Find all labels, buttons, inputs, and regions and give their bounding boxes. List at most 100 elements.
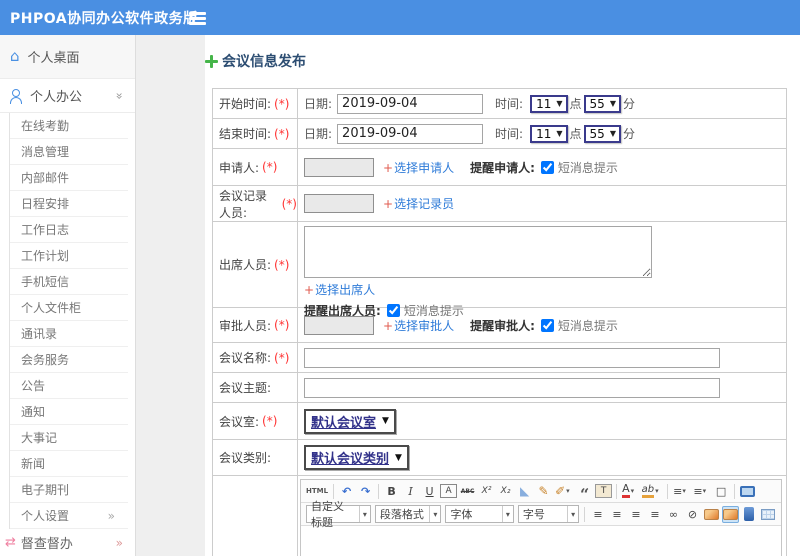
sidebar-item-personal-settings[interactable]: 个人设置 » [10, 503, 128, 529]
supervise-icon: ⇄ [5, 535, 16, 550]
insert-link-icon[interactable]: ∞ [665, 506, 682, 523]
meeting-room-select[interactable]: 默认会议室 ▼ [304, 408, 396, 434]
caret-down-icon: ▾ [429, 506, 440, 522]
approver-input[interactable] [304, 315, 374, 335]
caret-down-icon: ▾ [630, 487, 635, 495]
sidebar-item-work-plan[interactable]: 工作计划 [10, 243, 128, 269]
meeting-name-input[interactable] [304, 347, 720, 368]
sidebar-item-file-cabinet[interactable]: 个人文件柜 [10, 295, 128, 321]
sidebar-item-e-journal[interactable]: 电子期刊 [10, 477, 128, 503]
unordered-list-button[interactable]: ≡ ▾ [692, 483, 710, 500]
sidebar-item-sms[interactable]: 手机短信 [10, 269, 128, 295]
font-size-select[interactable]: 字号 ▾ [517, 505, 580, 523]
remove-format-icon[interactable]: ◣ [516, 483, 533, 500]
form-row-meeting-topic: 会议主题: [213, 373, 786, 403]
font-color-button[interactable]: A ▾ [621, 483, 639, 500]
choose-approver-link[interactable]: +选择审批人 [383, 317, 454, 334]
format-painter-icon[interactable]: ✐ ▾ [554, 483, 574, 500]
rich-text-editor: HTML ↶ ↷ B I U A ABC X² X₂ ◣ ✎ ✐ ▾ “ T A… [300, 479, 782, 556]
sidebar-item-meeting-service[interactable]: 会务服务 [10, 347, 128, 373]
ordered-list-button[interactable]: ≡ ▾ [672, 483, 690, 500]
start-minute-select[interactable]: 55 ▼ [583, 94, 621, 113]
fullscreen-icon [739, 485, 755, 497]
editor-content-area[interactable] [301, 526, 781, 556]
end-date-input[interactable] [337, 123, 484, 144]
sidebar: ⌂ 个人桌面 个人办公 » 在线考勤 消息管理 内部邮件 日程安排 工作日志 工… [0, 35, 136, 556]
start-hour-select[interactable]: 11 ▼ [530, 94, 568, 113]
sidebar-item-messages[interactable]: 消息管理 [10, 139, 128, 165]
undo-icon[interactable]: ↶ [338, 483, 355, 500]
custom-title-select[interactable]: 自定义标题 ▾ [306, 500, 371, 529]
meeting-topic-input[interactable] [304, 377, 720, 398]
sidebar-item-news[interactable]: 新闻 [10, 451, 128, 477]
sidebar-item-attendance[interactable]: 在线考勤 [10, 113, 128, 139]
sidebar-item-label: 个人办公 [30, 90, 83, 105]
sidebar-item-schedule[interactable]: 日程安排 [10, 191, 128, 217]
underline-icon[interactable]: U [421, 483, 438, 500]
sidebar-item-desktop[interactable]: ⌂ 个人桌面 [0, 35, 135, 79]
sidebar-item-contacts[interactable]: 通讯录 [10, 321, 128, 347]
align-right-icon[interactable]: ≡ [627, 506, 644, 523]
sidebar-item-notice[interactable]: 通知 [10, 399, 128, 425]
required-mark: (*) [274, 257, 290, 272]
hamburger-menu-icon[interactable] [189, 12, 206, 15]
end-minute-select[interactable]: 55 ▼ [583, 124, 621, 143]
meeting-category-select[interactable]: 默认会议类别 ▼ [304, 445, 409, 470]
html-source-button[interactable]: HTML [305, 483, 329, 500]
align-center-icon[interactable]: ≡ [608, 506, 625, 523]
insert-image-button[interactable] [703, 506, 720, 523]
bold-icon[interactable]: B [383, 483, 400, 500]
sidebar-item-work-log[interactable]: 工作日志 [10, 217, 128, 243]
caret-down-icon: ▼ [609, 129, 616, 138]
unordered-list-icon: ≡ [693, 484, 702, 498]
form-row-start-time: 开始时间:(*) 日期: 时间: 11▼ 点 55▼ 分 [213, 89, 786, 119]
paste-text-icon[interactable]: T [595, 484, 613, 498]
subscript-icon[interactable]: X₂ [497, 483, 514, 500]
recorder-input[interactable] [304, 194, 374, 213]
caret-down-icon: ▼ [395, 452, 402, 463]
font-family-select[interactable]: 字体 ▾ [445, 505, 514, 523]
highlight-color-button[interactable]: ab ▾ [641, 483, 663, 500]
new-page-icon[interactable]: □ [713, 483, 730, 500]
page-title: 会议信息发布 [205, 51, 306, 71]
form-row-meeting-room: 会议室: (*) 默认会议室 ▼ [213, 403, 786, 440]
font-border-icon[interactable]: A [440, 484, 458, 498]
applicant-input[interactable] [304, 157, 374, 177]
sidebar-item-announcement[interactable]: 公告 [10, 373, 128, 399]
sidebar-submenu: 在线考勤 消息管理 内部邮件 日程安排 工作日志 工作计划 手机短信 个人文件柜… [9, 113, 135, 529]
insert-media-button[interactable] [741, 506, 758, 523]
sidebar-item-memorabilia[interactable]: 大事记 [10, 425, 128, 451]
attendees-textarea[interactable] [304, 226, 652, 278]
insert-local-image-button[interactable] [721, 505, 739, 523]
end-hour-select[interactable]: 11 ▼ [530, 124, 568, 143]
caret-down-icon: ▼ [609, 99, 616, 108]
format-brush-icon[interactable]: ✎ [535, 483, 552, 500]
choose-applicant-link[interactable]: +选择申请人 [383, 159, 454, 176]
form-row-approver: 审批人员: (*) +选择审批人 提醒审批人: 短消息提示 [213, 308, 786, 343]
caret-down-icon: ▼ [556, 129, 563, 138]
choose-attendees-link[interactable]: +选择出席人 [304, 283, 375, 297]
approver-sms-checkbox[interactable] [540, 318, 554, 332]
blockquote-icon[interactable]: “ [576, 483, 593, 503]
applicant-sms-checkbox[interactable] [540, 160, 554, 174]
superscript-icon[interactable]: X² [478, 483, 495, 500]
align-left-icon[interactable]: ≡ [589, 506, 606, 523]
start-date-input[interactable] [337, 93, 484, 114]
insert-table-button[interactable] [760, 506, 777, 523]
remove-link-icon[interactable]: ⊘ [684, 506, 701, 523]
content-gutter [136, 35, 205, 556]
image-icon [703, 508, 719, 520]
paragraph-format-select[interactable]: 段落格式 ▾ [374, 505, 442, 523]
choose-recorder-link[interactable]: +选择记录员 [383, 195, 454, 212]
sidebar-item-internal-mail[interactable]: 内部邮件 [10, 165, 128, 191]
italic-icon[interactable]: I [402, 483, 419, 500]
sidebar-item-supervision[interactable]: ⇄ 督查督办 » [0, 529, 135, 556]
sidebar-item-personal-office[interactable]: 个人办公 » [0, 79, 135, 113]
align-justify-icon[interactable]: ≡ [646, 506, 663, 523]
fullscreen-button[interactable] [739, 483, 756, 500]
redo-icon[interactable]: ↷ [357, 483, 374, 500]
required-mark: (*) [274, 318, 290, 332]
strikethrough-icon[interactable]: ABC [459, 483, 476, 500]
form-row-recorder: 会议记录人员: (*) +选择记录员 [213, 186, 786, 222]
editor-toolbar-row1: HTML ↶ ↷ B I U A ABC X² X₂ ◣ ✎ ✐ ▾ “ T A… [301, 480, 781, 503]
